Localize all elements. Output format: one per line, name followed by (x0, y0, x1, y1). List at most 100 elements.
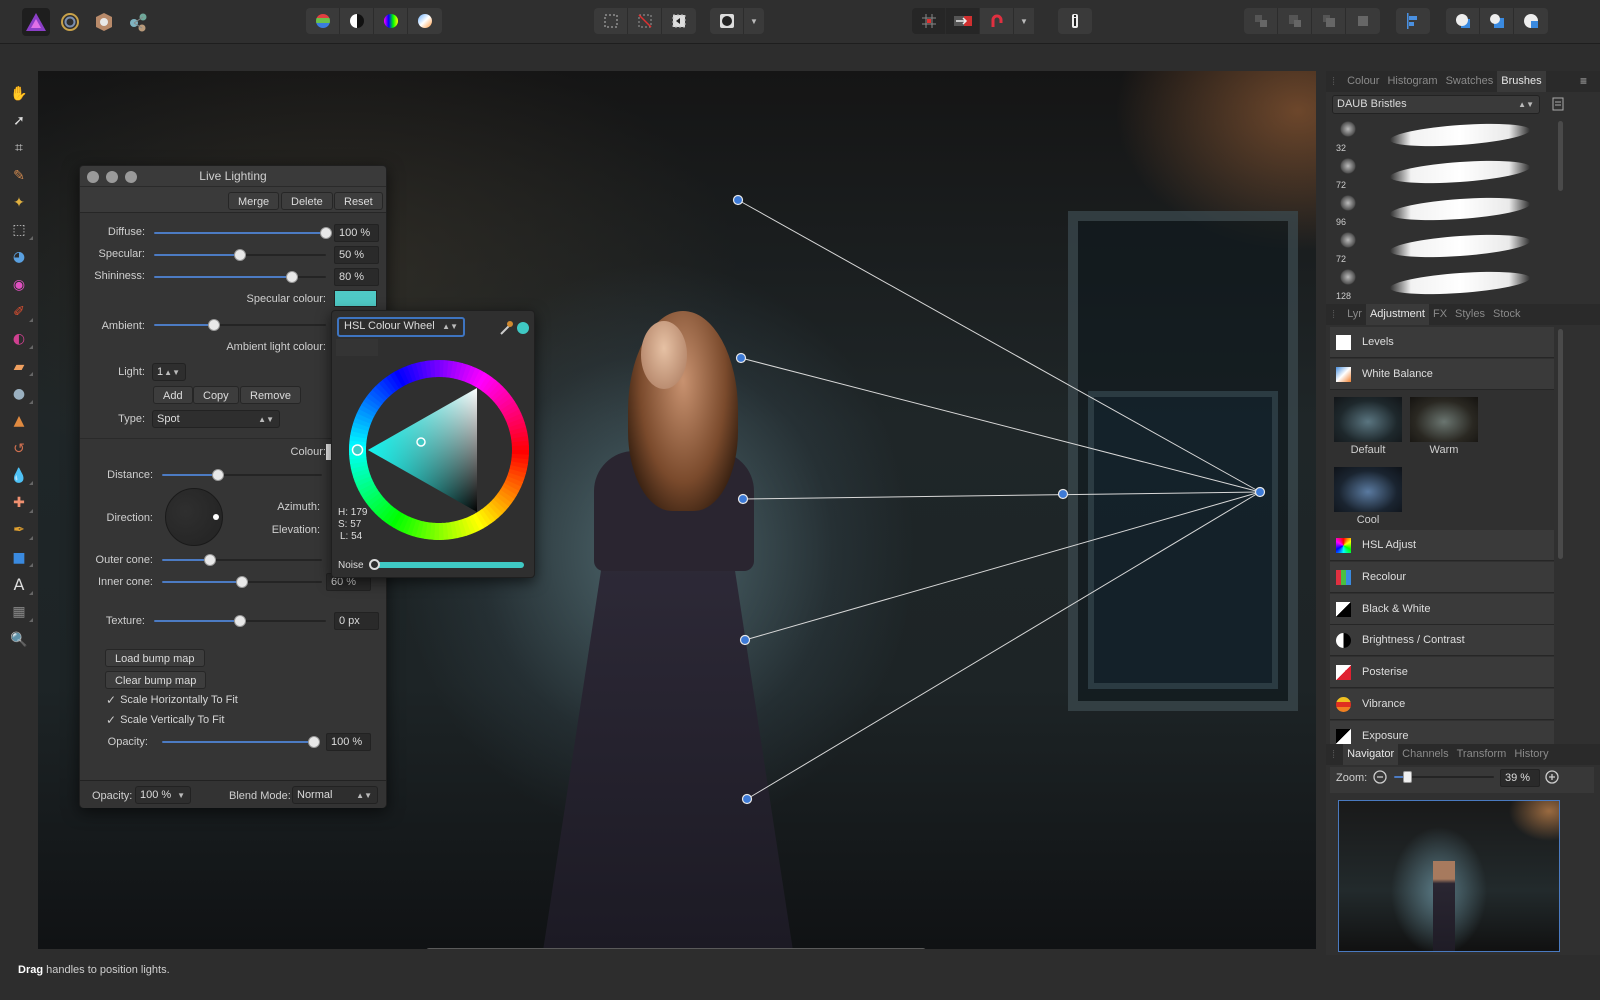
light-handle[interactable] (737, 493, 749, 505)
noise-slider-knob[interactable] (369, 559, 380, 570)
scale-vertically-checkbox[interactable]: ✓ Scale Vertically To Fit (106, 713, 224, 727)
copy-light-button[interactable]: Copy (193, 386, 239, 404)
brush-list-options-icon[interactable] (1552, 97, 1564, 111)
specular-colour-swatch[interactable] (334, 290, 377, 307)
invert-selection-button[interactable] (662, 8, 696, 34)
distance-slider[interactable] (162, 468, 322, 482)
navigator-preview[interactable] (1338, 800, 1560, 952)
pen-tool-button[interactable]: ✒ (0, 517, 38, 544)
clone-stamp-button[interactable]: ▲ (0, 408, 38, 435)
current-colour-swatch[interactable] (517, 322, 529, 334)
text-tool-button[interactable]: A (0, 571, 38, 598)
outer-cone-slider[interactable] (162, 553, 322, 567)
light-handle[interactable] (1057, 488, 1069, 500)
shininess-slider[interactable] (154, 270, 326, 284)
brush-item[interactable]: 72 (1332, 228, 1552, 264)
tab-channels[interactable]: Channels (1398, 744, 1452, 765)
brush-item[interactable]: 72 (1332, 154, 1552, 190)
assistant-button[interactable] (946, 8, 980, 34)
light-handle[interactable] (739, 634, 751, 646)
light-handle[interactable] (735, 352, 747, 364)
preset-thumbnail-warm[interactable] (1410, 397, 1478, 442)
tab-styles[interactable]: Styles (1451, 304, 1489, 325)
healing-brush-button[interactable]: ✚ (0, 489, 38, 516)
hsl-colour-wheel[interactable] (346, 357, 532, 543)
merge-button[interactable]: Merge (228, 192, 280, 210)
brush-item[interactable]: 96 (1332, 191, 1552, 227)
undo-brush-button[interactable]: ↺ (0, 435, 38, 462)
panel-grip-icon[interactable]: ⁞ (1326, 749, 1343, 761)
dialog-titlebar[interactable]: Live Lighting (80, 166, 386, 187)
brush-category-select[interactable]: DAUB Bristles ▲▼ (1332, 95, 1540, 114)
rectangle-tool-button[interactable]: ■ (0, 544, 38, 571)
canvas-scrollbar[interactable] (426, 948, 926, 949)
add-boolean-button[interactable] (1446, 8, 1480, 34)
zoom-button[interactable] (125, 171, 137, 183)
ambient-colour-swatch[interactable] (336, 339, 378, 356)
move-tool-button[interactable]: ➚ (0, 107, 38, 134)
snapping-dropdown[interactable]: ▼ (1014, 8, 1034, 34)
colour-replacement-button[interactable]: ◐ (0, 326, 38, 353)
auto-colour-button[interactable] (374, 8, 408, 34)
tab-stock[interactable]: Stock (1489, 304, 1525, 325)
reset-button[interactable]: Reset (334, 192, 383, 210)
tab-fx[interactable]: FX (1429, 304, 1451, 325)
hand-tool-button[interactable]: ✋ (0, 80, 38, 107)
zoom-out-icon[interactable] (1373, 770, 1387, 784)
zoom-in-icon[interactable] (1545, 770, 1559, 784)
panel-menu-icon[interactable]: ≡ (1580, 74, 1587, 88)
move-to-back-button[interactable] (1244, 8, 1278, 34)
tab-adjustment[interactable]: Adjustment (1365, 304, 1429, 325)
light-handle[interactable] (741, 793, 753, 805)
info-button[interactable] (1058, 8, 1092, 34)
move-forward-button[interactable] (1312, 8, 1346, 34)
selection-brush-button[interactable]: ✎ (0, 162, 38, 189)
panel-grip-icon[interactable]: ⁞ (1326, 76, 1343, 88)
light-type-select[interactable]: Spot ▲▼ (152, 410, 280, 428)
ambient-slider[interactable] (154, 318, 326, 332)
tab-brushes[interactable]: Brushes (1497, 71, 1546, 92)
tab-lyr[interactable]: Lyr (1343, 304, 1366, 325)
brush-item[interactable]: 128 (1332, 265, 1552, 301)
brush-list-scrollbar[interactable] (1558, 121, 1563, 191)
zoom-slider[interactable] (1394, 770, 1494, 784)
flood-fill-button[interactable]: ◕ (0, 244, 38, 271)
tab-colour[interactable]: Colour (1343, 71, 1383, 92)
diffuse-slider[interactable] (154, 226, 332, 240)
move-to-front-button[interactable] (1346, 8, 1380, 34)
diffuse-value[interactable]: 100 % (334, 224, 379, 242)
auto-levels-button[interactable] (306, 8, 340, 34)
preset-thumbnail-default[interactable] (1334, 397, 1402, 442)
scale-horizontally-checkbox[interactable]: ✓ Scale Horizontally To Fit (106, 693, 238, 707)
opacity-slider[interactable] (162, 735, 320, 749)
liquify-persona-button[interactable] (56, 8, 84, 36)
hue-ring-segment[interactable] (438, 522, 444, 540)
add-light-button[interactable]: Add (153, 386, 193, 404)
light-handle[interactable] (732, 194, 744, 206)
texture-value[interactable]: 0 px (334, 612, 379, 630)
opacity-value[interactable]: 100 % (326, 733, 371, 751)
grid-button[interactable] (912, 8, 946, 34)
specular-value[interactable]: 50 % (334, 246, 379, 264)
adjustment-list-scrollbar[interactable] (1558, 329, 1563, 559)
colour-mode-select[interactable]: HSL Colour Wheel ▲▼ (337, 317, 465, 337)
blur-brush-button[interactable]: 💧 (0, 462, 38, 489)
footer-opacity-select[interactable]: 100 % ▼ (135, 786, 191, 804)
direction-handle[interactable] (213, 514, 219, 520)
erase-brush-button[interactable]: ▰ (0, 353, 38, 380)
adjustment-item-hsl-adjust[interactable]: HSL Adjust (1330, 530, 1554, 561)
light-stepper[interactable]: 1 ▲▼ (152, 363, 186, 381)
adjustment-item-recolour[interactable]: Recolour (1330, 561, 1554, 593)
load-bump-map-button[interactable]: Load bump map (105, 649, 205, 667)
inner-cone-slider[interactable] (162, 575, 322, 589)
zoom-value[interactable]: 39 % (1500, 769, 1540, 787)
quick-mask-button[interactable] (710, 8, 744, 34)
auto-contrast-button[interactable] (340, 8, 374, 34)
zoom-tool-button[interactable]: 🔍 (0, 626, 38, 653)
subtract-boolean-button[interactable] (1480, 8, 1514, 34)
flood-select-button[interactable]: ✦ (0, 189, 38, 216)
snapping-button[interactable] (980, 8, 1014, 34)
hue-ring-segment[interactable] (511, 445, 529, 451)
hue-handle[interactable] (351, 444, 364, 456)
intersect-boolean-button[interactable] (1514, 8, 1548, 34)
